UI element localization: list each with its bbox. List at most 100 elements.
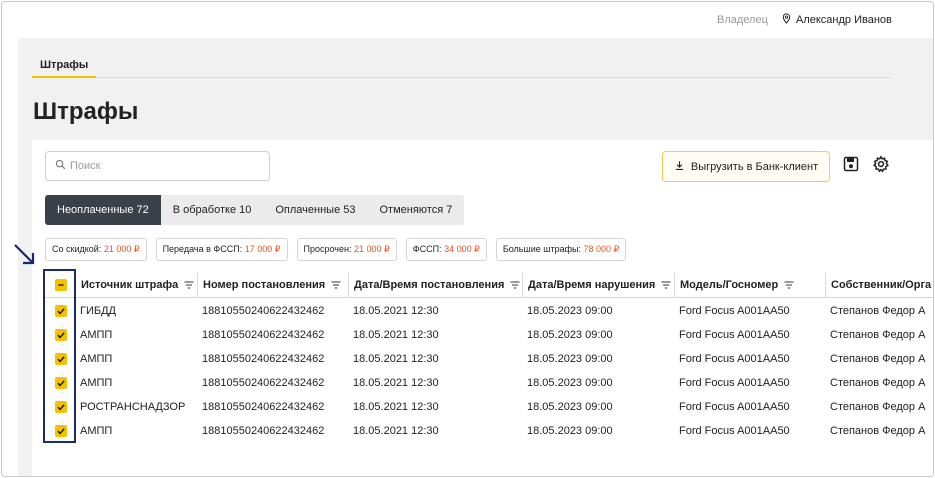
table-cell: 18.05.2021 12:30 (353, 329, 439, 341)
table-cell: Степанов Федор А (830, 329, 926, 341)
column-header-label: Собственник/Орга (831, 279, 932, 291)
status-tab-cancelling[interactable]: Отменяются 7 (367, 195, 464, 225)
column-header-resolution-date[interactable]: Дата/Время постановления (348, 273, 522, 297)
filter-icon[interactable] (784, 280, 794, 290)
table-cell: Степанов Федор А (830, 425, 926, 437)
chip-label: Просрочен: (303, 244, 352, 254)
table-row[interactable]: АМПП 18810550240622432462 18.05.2021 12:30… (45, 347, 933, 371)
user-menu[interactable]: Александр Иванов (781, 13, 892, 27)
status-tab-paid[interactable]: Оплаченные 53 (263, 195, 367, 225)
chip-label: Большие штрафы: (502, 244, 581, 254)
chip-label: Передача в ФССП: (162, 244, 243, 254)
table-cell: 18.05.2023 09:00 (527, 401, 613, 413)
chip-label: ФССП: (412, 244, 442, 254)
table-cell: 18.05.2023 09:00 (527, 425, 613, 437)
location-pin-icon (781, 13, 792, 27)
table-cell: 18.05.2023 09:00 (527, 329, 613, 341)
table-cell: Ford Focus A001AA50 (679, 425, 790, 437)
table-cell: Ford Focus A001AA50 (679, 329, 790, 341)
download-icon (674, 160, 685, 174)
chip-fssp[interactable]: ФССП: 34 000 ₽ (405, 238, 487, 261)
search-field[interactable] (45, 151, 270, 181)
table-cell: 18.05.2023 09:00 (527, 353, 613, 365)
table-cell: Ford Focus A001AA50 (679, 353, 790, 365)
chip-amount: 78 000 ₽ (583, 244, 620, 254)
column-header-label: Номер постановления (203, 279, 326, 291)
chip-large-fines[interactable]: Большие штрафы: 78 000 ₽ (495, 238, 627, 261)
column-header-label: Модель/Госномер (680, 279, 779, 291)
floppy-disk-icon (842, 155, 860, 178)
column-header-model[interactable]: Модель/Госномер (674, 273, 825, 297)
table-cell: 18.05.2021 12:30 (353, 305, 439, 317)
status-tabs: Неоплаченные 72 В обработке 10 Оплаченны… (45, 195, 465, 225)
table-cell: Степанов Федор А (830, 401, 926, 413)
fines-panel: Выгрузить в Банк-клиент Неоплаченные 72 … (32, 140, 933, 476)
table-cell: 18810550240622432462 (202, 377, 325, 389)
status-tab-processing[interactable]: В обработке 10 (161, 195, 264, 225)
main-content: Штрафы Штрафы Выгрузить в Банк-клиент (18, 38, 933, 476)
table-row[interactable]: АМПП 18810550240622432462 18.05.2021 12:30… (45, 419, 933, 443)
section-tabs: Штрафы (32, 52, 890, 78)
column-header-label: Источник штрафа (81, 279, 179, 291)
fines-table: Источник штрафа Номер постановления Дата… (45, 273, 933, 473)
status-tab-unpaid[interactable]: Неоплаченные 72 (45, 195, 161, 225)
table-row[interactable]: АМПП 18810550240622432462 18.05.2021 12:30… (45, 323, 933, 347)
chip-discount[interactable]: Со скидкой: 21 000 ₽ (45, 238, 147, 261)
table-cell: 18810550240622432462 (202, 425, 325, 437)
top-bar: Владелец Александр Иванов (2, 2, 933, 38)
chip-overdue[interactable]: Просрочен: 21 000 ₽ (296, 238, 397, 261)
column-header-number[interactable]: Номер постановления (197, 273, 348, 297)
table-cell: Ford Focus A001AA50 (679, 377, 790, 389)
chip-label: Со скидкой: (52, 244, 102, 254)
save-button[interactable] (841, 156, 861, 176)
filter-chips: Со скидкой: 21 000 ₽ Передача в ФССП: 17… (45, 238, 627, 261)
filter-icon[interactable] (184, 280, 194, 290)
table-cell: 18.05.2023 09:00 (527, 305, 613, 317)
filter-icon[interactable] (510, 280, 520, 290)
table-cell: АМПП (80, 329, 113, 341)
table-header: Источник штрафа Номер постановления Дата… (45, 273, 933, 298)
table-cell: 18810550240622432462 (202, 305, 325, 317)
chip-amount: 34 000 ₽ (444, 244, 480, 254)
chip-amount: 21 000 ₽ (103, 244, 140, 254)
app-window: Владелец Александр Иванов Штрафы Штрафы (1, 1, 934, 477)
search-icon (55, 157, 66, 175)
search-input[interactable] (70, 160, 250, 172)
user-name: Александр Иванов (796, 14, 892, 26)
column-header-label: Дата/Время нарушения (528, 279, 656, 291)
table-cell: Степанов Федор А (830, 305, 926, 317)
table-cell: 18810550240622432462 (202, 353, 325, 365)
table-cell: 18.05.2021 12:30 (353, 401, 439, 413)
table-cell: Степанов Федор А (830, 377, 926, 389)
table-cell: ГИБДД (80, 305, 116, 317)
table-cell: Степанов Федор А (830, 353, 926, 365)
column-header-owner[interactable]: Собственник/Орга (825, 273, 933, 297)
export-bank-client-button[interactable]: Выгрузить в Банк-клиент (662, 151, 830, 182)
filter-icon[interactable] (661, 280, 671, 290)
table-cell: 18.05.2021 12:30 (353, 377, 439, 389)
table-row[interactable]: РОСТРАНСНАДЗОР 18810550240622432462 18.05.… (45, 395, 933, 419)
chip-amount: 21 000 ₽ (353, 244, 390, 254)
table-row[interactable]: ГИБДД 18810550240622432462 18.05.2021 12:3… (45, 299, 933, 323)
checkbox-column-highlight (43, 269, 76, 443)
table-cell: 18810550240622432462 (202, 329, 325, 341)
column-header-source[interactable]: Источник штрафа (75, 273, 197, 297)
settings-button[interactable] (871, 154, 891, 178)
chip-amount: 17 000 ₽ (244, 244, 281, 254)
filter-icon[interactable] (331, 280, 341, 290)
export-button-label: Выгрузить в Банк-клиент (690, 160, 819, 173)
gear-icon (872, 154, 890, 178)
chip-fssp-transfer[interactable]: Передача в ФССП: 17 000 ₽ (155, 238, 288, 261)
column-header-violation-date[interactable]: Дата/Время нарушения (522, 273, 674, 297)
owner-label[interactable]: Владелец (717, 14, 768, 26)
table-row[interactable]: АМПП 18810550240622432462 18.05.2021 12:30… (45, 371, 933, 395)
tab-fines[interactable]: Штрафы (32, 52, 97, 78)
table-cell: АМПП (80, 425, 113, 437)
table-cell: 18.05.2023 09:00 (527, 377, 613, 389)
table-cell: Ford Focus A001AA50 (679, 401, 790, 413)
table-cell: 18810550240622432462 (202, 401, 325, 413)
table-cell: Ford Focus A001AA50 (679, 305, 790, 317)
column-header-label: Дата/Время постановления (354, 279, 505, 291)
table-cell: 18.05.2021 12:30 (353, 425, 439, 437)
table-cell: 18.05.2021 12:30 (353, 353, 439, 365)
